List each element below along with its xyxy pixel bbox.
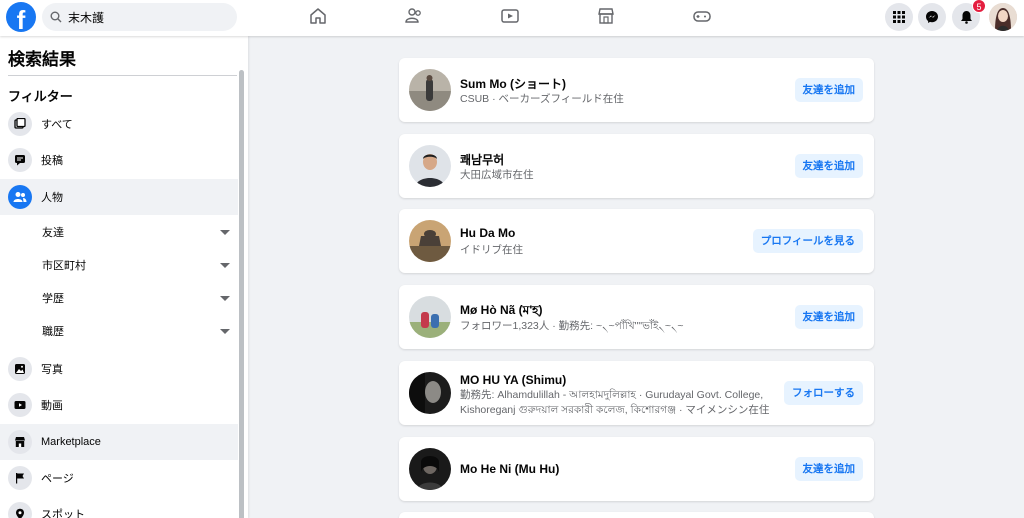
profile-photo[interactable] <box>409 69 451 111</box>
result-details: イドリブ在住 <box>460 244 523 256</box>
result-card[interactable] <box>399 512 874 518</box>
filter-people[interactable]: 人物 <box>0 179 238 215</box>
sub-filter-work[interactable]: 職歴 <box>42 317 238 345</box>
add-friend-button[interactable]: 友達を追加 <box>794 457 863 481</box>
search-box[interactable] <box>42 3 237 31</box>
caret-down-icon <box>220 328 230 334</box>
profile-photo[interactable] <box>409 296 451 338</box>
filter-videos[interactable]: 動画 <box>0 387 238 423</box>
result-name[interactable]: 쾌남무허 <box>460 151 504 168</box>
notification-badge: 5 <box>972 0 986 13</box>
facebook-logo-icon[interactable]: f <box>6 2 36 32</box>
sub-filter-label: 友達 <box>42 227 64 239</box>
grid-menu-icon <box>893 11 905 23</box>
friends-icon[interactable] <box>404 6 424 26</box>
result-card[interactable]: 쾌남무허 大田広域市在住 友達を追加 <box>399 134 874 198</box>
filter-pages[interactable]: ページ <box>0 460 238 496</box>
caret-down-icon <box>220 262 230 268</box>
add-friend-button[interactable]: 友達を追加 <box>794 78 863 102</box>
result-details: CSUB · ベーカーズフィールド在住 <box>460 93 624 105</box>
filter-label: 投稿 <box>41 155 63 167</box>
messenger-button[interactable] <box>918 3 946 31</box>
sub-filter-city[interactable]: 市区町村 <box>42 251 238 279</box>
result-details: 勤務先: Alhamdulillah - আলহামদুলিল্লাহ · Gu… <box>460 389 770 416</box>
notifications-button[interactable]: 5 <box>952 0 986 31</box>
add-friend-button[interactable]: 友達を追加 <box>794 305 863 329</box>
caret-down-icon <box>220 229 230 235</box>
sub-filter-friends[interactable]: 友達 <box>42 218 238 246</box>
sub-filter-education[interactable]: 学歴 <box>42 284 238 312</box>
marketplace-icon <box>8 430 32 454</box>
posts-icon <box>8 148 32 172</box>
filter-heading: フィルター <box>8 89 73 104</box>
sub-filter-label: 市区町村 <box>42 260 86 272</box>
menu-button[interactable] <box>885 3 913 31</box>
photos-icon <box>8 357 32 381</box>
divider <box>8 75 237 76</box>
video-icon <box>8 393 32 417</box>
result-card[interactable]: Mo He Ni (Mu Hu) 友達を追加 <box>399 437 874 501</box>
sub-filter-label: 学歴 <box>42 293 64 305</box>
gaming-icon[interactable] <box>692 6 712 26</box>
result-name[interactable]: MO HU YA (Shimu) <box>460 373 566 387</box>
account-avatar[interactable] <box>989 3 1017 31</box>
result-card[interactable]: MO HU YA (Shimu) 勤務先: Alhamdulillah - আল… <box>399 361 874 425</box>
result-name[interactable]: Sum Mo (ショート) <box>460 75 566 92</box>
filter-all[interactable]: すべて <box>0 106 238 142</box>
home-icon[interactable] <box>308 6 328 26</box>
view-profile-button[interactable]: プロフィールを見る <box>752 229 863 253</box>
profile-photo[interactable] <box>409 145 451 187</box>
filter-label: すべて <box>41 119 73 131</box>
messenger-icon <box>926 11 938 23</box>
top-navigation-bar: f 5 <box>0 0 1024 36</box>
caret-down-icon <box>220 295 230 301</box>
result-details: フォロワー1,323人 · 勤務先: ~৲~পাঁখি""ভাঁই৲~৲~ <box>460 320 684 332</box>
filter-places[interactable]: スポット <box>0 496 238 518</box>
filter-label: 写真 <box>41 364 63 376</box>
marketplace-nav-icon[interactable] <box>596 6 616 26</box>
search-icon <box>50 11 62 23</box>
follow-button[interactable]: フォローする <box>784 381 863 405</box>
search-filters-sidebar: 検索結果 フィルター すべて 投稿 人物 友達 市区町村 学歴 職歴 写真 動画… <box>0 36 248 518</box>
search-input[interactable] <box>68 10 218 24</box>
all-icon <box>8 112 32 136</box>
filter-marketplace[interactable]: Marketplace <box>0 424 238 460</box>
profile-avatar-icon <box>989 3 1017 31</box>
profile-photo[interactable] <box>409 448 451 490</box>
place-icon <box>8 502 32 518</box>
filter-label: スポット <box>41 509 85 518</box>
filter-label: Marketplace <box>41 436 101 448</box>
result-card[interactable]: Mø Hò Nã (ম'হ) フォロワー1,323人 · 勤務先: ~৲~পাঁ… <box>399 285 874 349</box>
result-card[interactable]: Hu Da Mo イドリブ在住 プロフィールを見る <box>399 209 874 273</box>
sub-filter-label: 職歴 <box>42 326 64 338</box>
sidebar-scrollbar[interactable] <box>239 70 244 518</box>
profile-photo[interactable] <box>409 220 451 262</box>
bell-icon <box>960 11 972 24</box>
add-friend-button[interactable]: 友達を追加 <box>794 154 863 178</box>
result-name[interactable]: Hu Da Mo <box>460 226 515 240</box>
filter-label: 動画 <box>41 400 63 412</box>
profile-photo[interactable] <box>409 372 451 414</box>
result-card[interactable]: Sum Mo (ショート) CSUB · ベーカーズフィールド在住 友達を追加 <box>399 58 874 122</box>
flag-icon <box>8 466 32 490</box>
result-name[interactable]: Mo He Ni (Mu Hu) <box>460 462 559 476</box>
filter-photos[interactable]: 写真 <box>0 351 238 387</box>
result-details: 大田広域市在住 <box>460 169 534 181</box>
watch-icon[interactable] <box>500 6 520 26</box>
page-title: 検索結果 <box>8 50 76 69</box>
filter-label: 人物 <box>41 192 63 204</box>
filter-posts[interactable]: 投稿 <box>0 142 238 178</box>
people-icon <box>8 185 32 209</box>
filter-label: ページ <box>41 473 74 485</box>
